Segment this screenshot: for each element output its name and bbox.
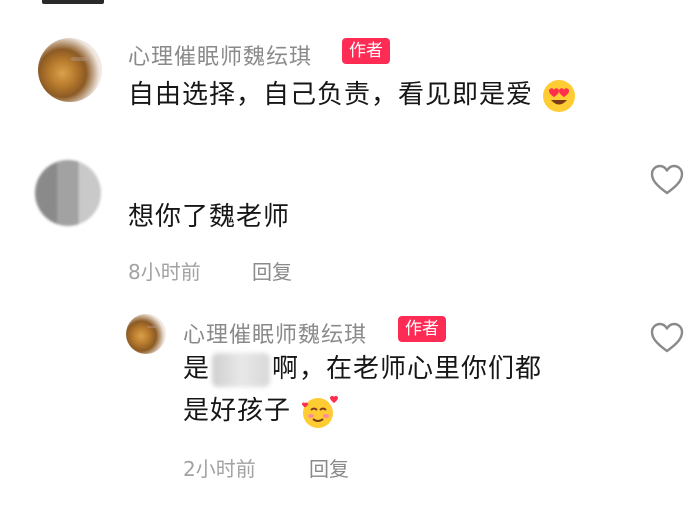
- smiling-hearts-emoji: [302, 395, 339, 428]
- reply-text-end: 啊，在老师心里你们都: [272, 354, 543, 384]
- reply-button[interactable]: 回复: [252, 256, 292, 285]
- heart-like-icon[interactable]: [650, 164, 684, 196]
- reply-author-avatar[interactable]: [126, 314, 166, 354]
- comment-username[interactable]: 心理催眠师魏纭琪: [128, 39, 312, 71]
- blurred-mention: [212, 352, 271, 387]
- author-badge: 作者: [342, 38, 390, 64]
- reply-text-line1: 是 啊，在老师心里你们都: [183, 346, 542, 392]
- reply-button[interactable]: 回复: [309, 453, 349, 482]
- top-tab-indicator: [42, 0, 104, 4]
- reply-timestamp: 2小时前: [183, 457, 256, 481]
- heart-eyes-emoji: [543, 79, 576, 112]
- comment-timestamp: 8小时前: [128, 260, 201, 284]
- user-avatar[interactable]: [35, 160, 101, 226]
- author-badge: 作者: [398, 316, 446, 342]
- reply-text-start: 是: [183, 354, 211, 384]
- reply-text-line2-content: 是好孩子: [183, 396, 292, 426]
- author-avatar[interactable]: [38, 38, 102, 102]
- reply-text-line2: 是好孩子: [183, 388, 340, 434]
- reply-username[interactable]: 心理催眠师魏纭琪: [183, 317, 367, 349]
- heart-like-icon[interactable]: [650, 322, 684, 354]
- comment-text-content: 自由选择，自己负责，看见即是爱: [128, 80, 534, 110]
- comment-text: 想你了魏老师: [128, 202, 291, 232]
- comment-text: 自由选择，自己负责，看见即是爱: [128, 72, 576, 118]
